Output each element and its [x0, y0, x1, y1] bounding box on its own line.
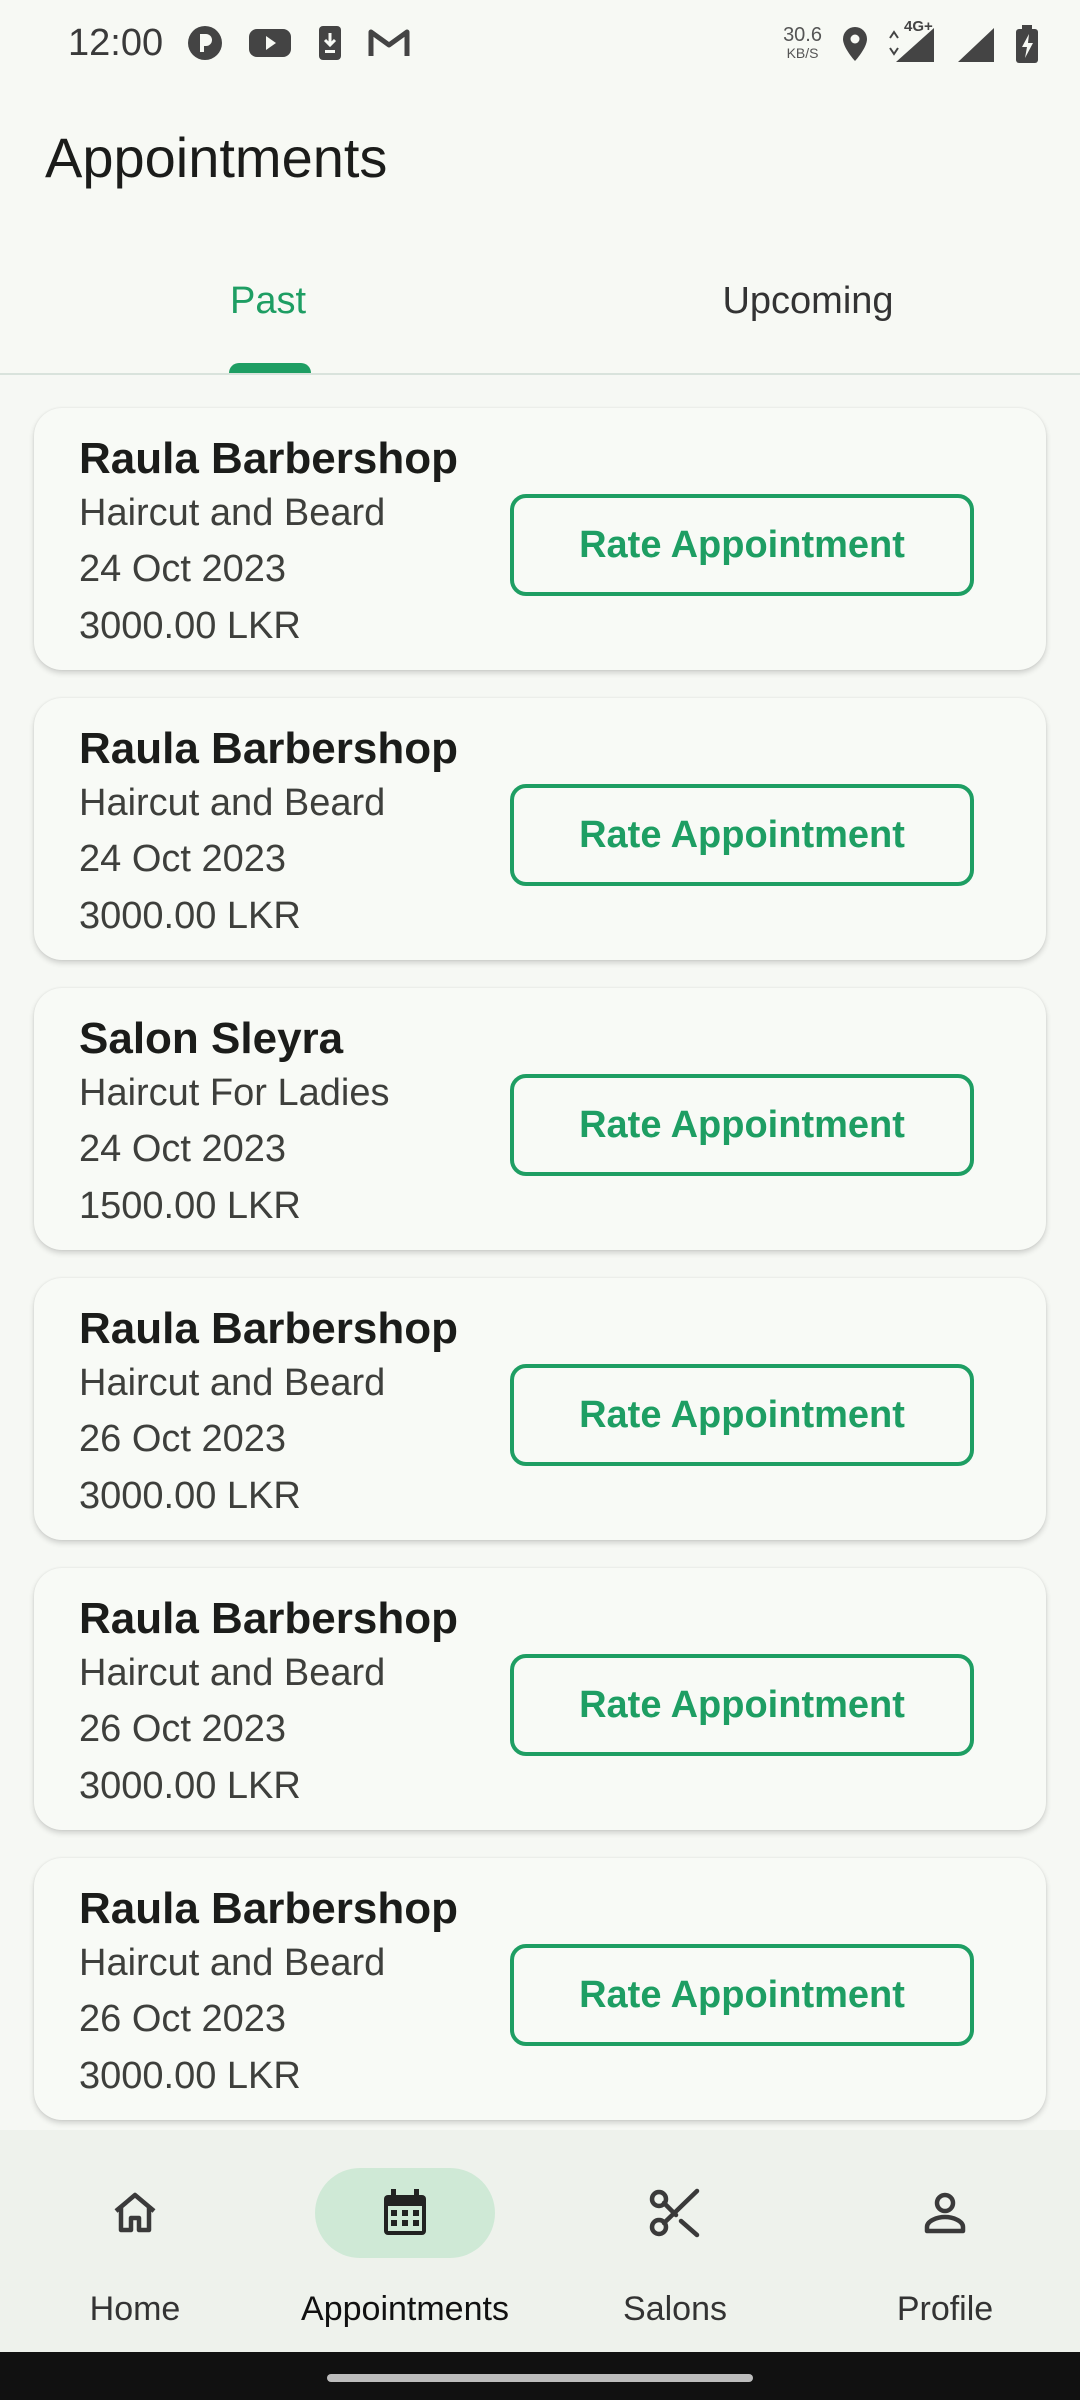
- appointment-card[interactable]: Raula Barbershop Haircut and Beard 26 Oc…: [34, 1858, 1046, 2120]
- status-time: 12:00: [68, 22, 164, 64]
- nav-salons[interactable]: Salons: [540, 2130, 810, 2352]
- appointment-date: 24 Oct 2023: [79, 1128, 287, 1170]
- signal-icon: [889, 28, 934, 62]
- network-speed: 30.6 KB/S: [783, 24, 822, 62]
- rate-appointment-button[interactable]: Rate Appointment: [510, 784, 974, 886]
- appointment-date: 26 Oct 2023: [79, 1708, 287, 1750]
- appointment-card[interactable]: Salon Sleyra Haircut For Ladies 24 Oct 2…: [34, 988, 1046, 1250]
- appointment-date: 24 Oct 2023: [79, 548, 287, 590]
- nav-icon-container: [855, 2168, 1035, 2258]
- tab-upcoming[interactable]: Upcoming: [538, 280, 1078, 323]
- service-name: Haircut and Beard: [79, 1362, 386, 1404]
- signal-icon: [958, 28, 994, 62]
- service-name: Haircut and Beard: [79, 1942, 386, 1984]
- appointment-price: 3000.00 LKR: [79, 1765, 301, 1807]
- nav-label-profile: Profile: [896, 2290, 994, 2328]
- bottom-navigation: Home Appointments Salons Profile: [0, 2130, 1080, 2352]
- tab-bar: Past Upcoming: [0, 240, 1080, 375]
- nav-label-home: Home: [89, 2290, 181, 2328]
- nav-label-salons: Salons: [623, 2290, 727, 2328]
- nav-icon-container: [45, 2168, 225, 2258]
- appointment-card[interactable]: Raula Barbershop Haircut and Beard 24 Oc…: [34, 698, 1046, 960]
- scissors-icon: [649, 2188, 700, 2238]
- nav-home[interactable]: Home: [0, 2130, 270, 2352]
- home-gesture-handle[interactable]: [327, 2374, 753, 2382]
- status-bar: 12:00 30.6 KB/S 4G+: [0, 0, 1080, 90]
- notification-icons: [186, 24, 410, 62]
- appointment-price: 3000.00 LKR: [79, 1475, 301, 1517]
- appointment-card[interactable]: Raula Barbershop Haircut and Beard 24 Oc…: [34, 408, 1046, 670]
- rate-appointment-button[interactable]: Rate Appointment: [510, 1944, 974, 2046]
- network-type: 4G+: [888, 18, 938, 64]
- service-name: Haircut and Beard: [79, 1652, 386, 1694]
- nav-profile[interactable]: Profile: [810, 2130, 1080, 2352]
- service-name: Haircut For Ladies: [79, 1072, 390, 1114]
- page-title: Appointments: [45, 126, 388, 189]
- salon-name: Raula Barbershop: [79, 1304, 458, 1353]
- download-icon: [319, 26, 341, 60]
- person-icon: [924, 2192, 966, 2234]
- appointment-card[interactable]: Raula Barbershop Haircut and Beard 26 Oc…: [34, 1568, 1046, 1830]
- battery-charging-icon: [1016, 25, 1038, 63]
- system-icons: 30.6 KB/S 4G+: [783, 18, 1040, 64]
- location-icon: [843, 27, 867, 61]
- salon-name: Salon Sleyra: [79, 1014, 344, 1063]
- home-icon: [114, 2192, 156, 2233]
- speed-unit: KB/S: [786, 45, 819, 61]
- rate-appointment-button[interactable]: Rate Appointment: [510, 1074, 974, 1176]
- appointment-price: 3000.00 LKR: [79, 605, 301, 647]
- nav-icon-container: [585, 2168, 765, 2258]
- appointment-date: 24 Oct 2023: [79, 838, 287, 880]
- appointment-card[interactable]: Raula Barbershop Haircut and Beard 26 Oc…: [34, 1278, 1046, 1540]
- gesture-navigation-bar: [0, 2352, 1080, 2400]
- appointment-price: 3000.00 LKR: [79, 895, 301, 937]
- nav-label-appointments: Appointments: [301, 2290, 509, 2328]
- salon-name: Raula Barbershop: [79, 1594, 458, 1643]
- calendar-icon: [384, 2189, 426, 2235]
- nav-icon-container: [315, 2168, 495, 2258]
- gmail-icon: [368, 29, 410, 56]
- app-icon: [188, 26, 222, 60]
- rate-appointment-button[interactable]: Rate Appointment: [510, 1364, 974, 1466]
- service-name: Haircut and Beard: [79, 782, 386, 824]
- speed-value: 30.6: [783, 24, 822, 46]
- tab-past[interactable]: Past: [0, 280, 538, 323]
- nav-appointments[interactable]: Appointments: [270, 2130, 540, 2352]
- rate-appointment-button[interactable]: Rate Appointment: [510, 1654, 974, 1756]
- tab-indicator: [229, 363, 311, 373]
- salon-name: Raula Barbershop: [79, 434, 458, 483]
- appointment-price: 1500.00 LKR: [79, 1185, 301, 1227]
- salon-name: Raula Barbershop: [79, 1884, 458, 1933]
- appointment-date: 26 Oct 2023: [79, 1998, 287, 2040]
- appointment-date: 26 Oct 2023: [79, 1418, 287, 1460]
- service-name: Haircut and Beard: [79, 492, 386, 534]
- salon-name: Raula Barbershop: [79, 724, 458, 773]
- appointment-price: 3000.00 LKR: [79, 2055, 301, 2097]
- rate-appointment-button[interactable]: Rate Appointment: [510, 494, 974, 596]
- youtube-icon: [249, 29, 291, 57]
